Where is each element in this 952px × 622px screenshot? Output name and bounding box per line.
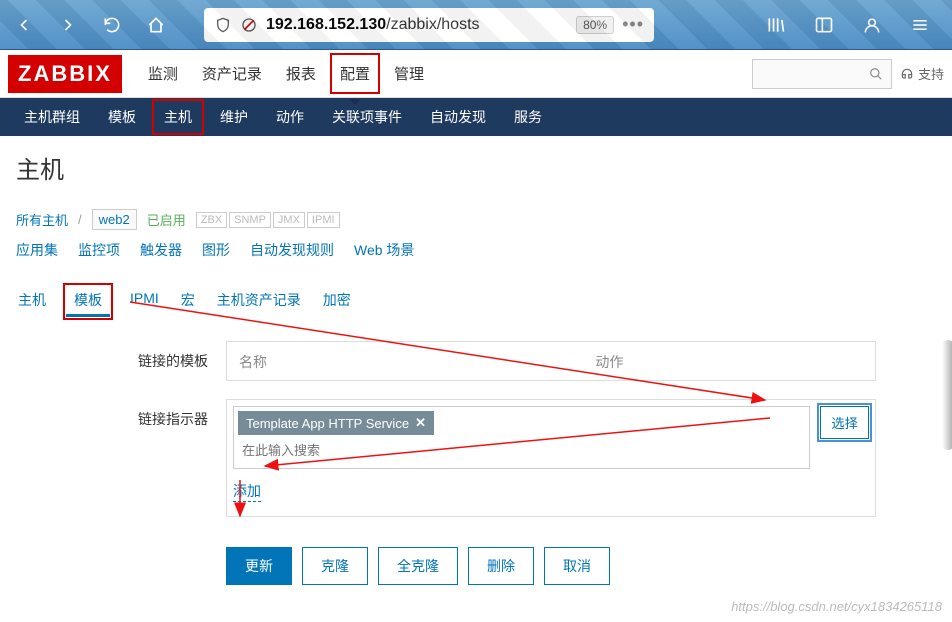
col-action-header: 动作 [583,342,635,380]
shield-icon [214,16,232,34]
menu-administration[interactable]: 管理 [384,53,434,94]
subnav-templates[interactable]: 模板 [96,99,148,135]
protocol-badges: ZBX SNMP JMX IPMI [196,212,340,228]
subnav-hosts[interactable]: 主机 [152,99,204,135]
cancel-button[interactable]: 取消 [544,547,610,585]
link-web-scenarios[interactable]: Web 场景 [354,240,414,260]
badge-zbx: ZBX [196,212,227,228]
link-triggers[interactable]: 触发器 [140,240,182,260]
headset-icon [900,67,914,81]
address-bar[interactable]: 192.168.152.130/zabbix/hosts 80% ••• [204,8,654,42]
linked-templates-table: 名称 动作 [226,341,876,381]
subnav-maintenance[interactable]: 维护 [208,99,260,135]
tab-ipmi[interactable]: IPMI [128,286,161,317]
subnav-actions[interactable]: 动作 [264,99,316,135]
library-icon[interactable] [760,9,792,41]
status-enabled: 已启用 [147,210,186,229]
add-link[interactable]: 添加 [233,481,261,502]
badge-snmp: SNMP [229,212,271,228]
home-button[interactable] [140,9,172,41]
account-icon[interactable] [856,9,888,41]
template-multiselect[interactable]: Template App HTTP Service✕ [233,406,810,469]
badge-jmx: JMX [273,212,305,228]
zoom-badge[interactable]: 80% [576,16,614,34]
sidebar-icon[interactable] [808,9,840,41]
subnav-hostgroups[interactable]: 主机群组 [12,99,92,135]
watermark: https://blog.csdn.net/cyx1834265118 [731,599,942,614]
zabbix-logo[interactable]: ZABBIX [8,55,122,93]
forward-button[interactable] [52,9,84,41]
template-tag: Template App HTTP Service✕ [238,411,434,435]
tab-inventory[interactable]: 主机资产记录 [215,286,303,317]
label-link-indicator: 链接指示器 [116,399,226,429]
menu-configuration[interactable]: 配置 [330,53,380,94]
url-text: 192.168.152.130/zabbix/hosts [266,16,568,34]
host-links: 应用集 监控项 触发器 图形 自动发现规则 Web 场景 [16,240,936,260]
url-overflow-icon[interactable]: ••• [622,14,644,35]
breadcrumb-host[interactable]: web2 [92,209,137,230]
tab-macros[interactable]: 宏 [179,286,197,317]
menu-monitoring[interactable]: 监测 [138,53,188,94]
menu-reports[interactable]: 报表 [276,53,326,94]
template-search-input[interactable] [238,437,805,464]
content-area: 主机 所有主机 / web2 已启用 ZBX SNMP JMX IPMI 应用集… [0,136,952,599]
breadcrumb-separator: / [78,212,82,227]
link-applications[interactable]: 应用集 [16,240,58,260]
remove-tag-icon[interactable]: ✕ [415,415,426,431]
update-button[interactable]: 更新 [226,547,292,585]
col-name-header: 名称 [227,342,583,380]
menu-inventory[interactable]: 资产记录 [192,53,272,94]
tab-host[interactable]: 主机 [16,286,48,317]
browser-toolbar: 192.168.152.130/zabbix/hosts 80% ••• [0,0,952,50]
tab-templates[interactable]: 模板 [66,286,110,317]
support-link[interactable]: 支持 [900,64,944,83]
blocked-icon [240,16,258,34]
breadcrumb: 所有主机 / web2 已启用 ZBX SNMP JMX IPMI [16,209,936,230]
breadcrumb-all-hosts[interactable]: 所有主机 [16,210,68,229]
subnav-discovery[interactable]: 自动发现 [418,99,498,135]
back-button[interactable] [8,9,40,41]
badge-ipmi: IPMI [307,212,340,228]
menu-icon[interactable] [904,9,936,41]
delete-button[interactable]: 删除 [468,547,534,585]
action-buttons: 更新 克隆 全克隆 删除 取消 [226,547,936,585]
page-title: 主机 [16,150,936,185]
app-header: ZABBIX 监测 资产记录 报表 配置 管理 支持 [0,50,952,98]
label-linked-templates: 链接的模板 [116,341,226,371]
link-graphs[interactable]: 图形 [202,240,230,260]
tab-encryption[interactable]: 加密 [321,286,353,317]
subnav-correlation[interactable]: 关联项事件 [320,99,414,135]
reload-button[interactable] [96,9,128,41]
tabs: 主机 模板 IPMI 宏 主机资产记录 加密 [16,286,936,317]
shadow-decoration [942,340,952,450]
clone-button[interactable]: 克隆 [302,547,368,585]
link-items[interactable]: 监控项 [78,240,120,260]
full-clone-button[interactable]: 全克隆 [378,547,458,585]
sub-nav: 主机群组 模板 主机 维护 动作 关联项事件 自动发现 服务 [0,98,952,136]
search-input[interactable] [752,59,892,89]
search-icon [869,67,883,81]
select-button[interactable]: 选择 [820,406,869,439]
subnav-services[interactable]: 服务 [502,99,554,135]
link-discovery-rules[interactable]: 自动发现规则 [250,240,334,260]
main-menu: 监测 资产记录 报表 配置 管理 [138,53,434,94]
